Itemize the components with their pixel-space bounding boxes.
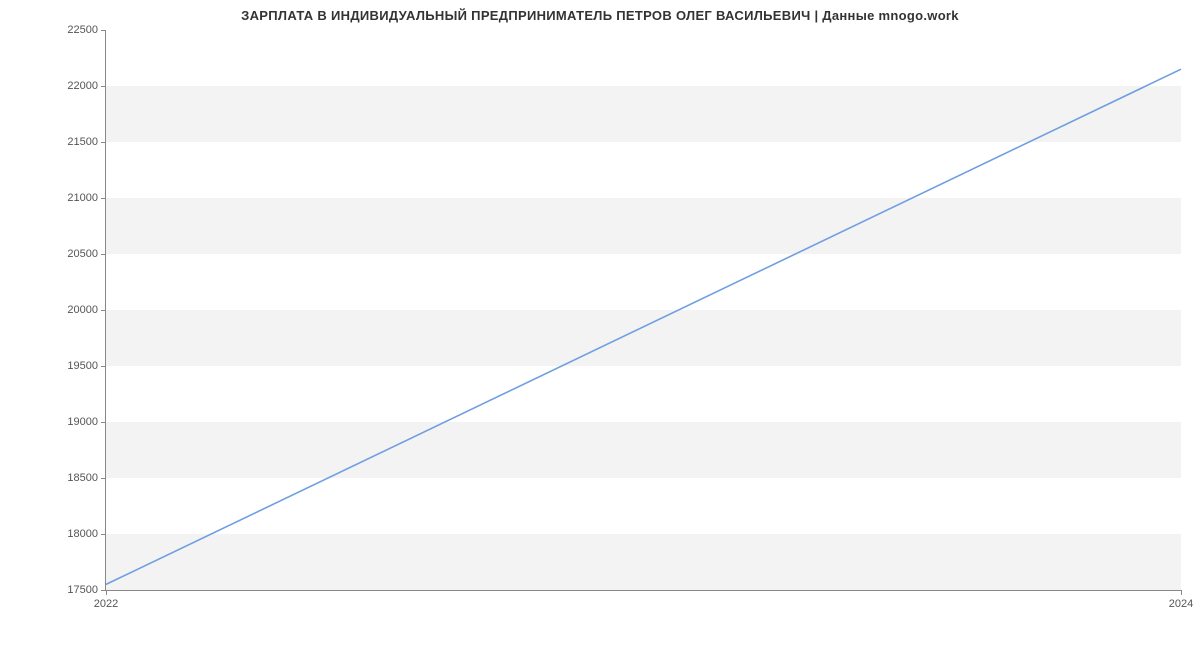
y-tick-label: 19000 — [67, 416, 106, 428]
y-tick-label: 22000 — [67, 80, 106, 92]
data-line — [106, 69, 1181, 584]
y-tick-label: 20500 — [67, 248, 106, 260]
y-tick-label: 22500 — [67, 24, 106, 36]
chart-title: ЗАРПЛАТА В ИНДИВИДУАЛЬНЫЙ ПРЕДПРИНИМАТЕЛ… — [0, 8, 1200, 23]
y-tick-label: 18500 — [67, 472, 106, 484]
y-tick-label: 18000 — [67, 528, 106, 540]
y-tick-label: 19500 — [67, 360, 106, 372]
y-tick-label: 21000 — [67, 192, 106, 204]
x-tick-label: 2022 — [94, 590, 118, 610]
y-tick-label: 21500 — [67, 136, 106, 148]
y-tick-label: 20000 — [67, 304, 106, 316]
chart-line-series — [106, 30, 1181, 590]
chart-plot-area: 1750018000185001900019500200002050021000… — [105, 30, 1181, 591]
x-tick-label: 2024 — [1169, 590, 1193, 610]
